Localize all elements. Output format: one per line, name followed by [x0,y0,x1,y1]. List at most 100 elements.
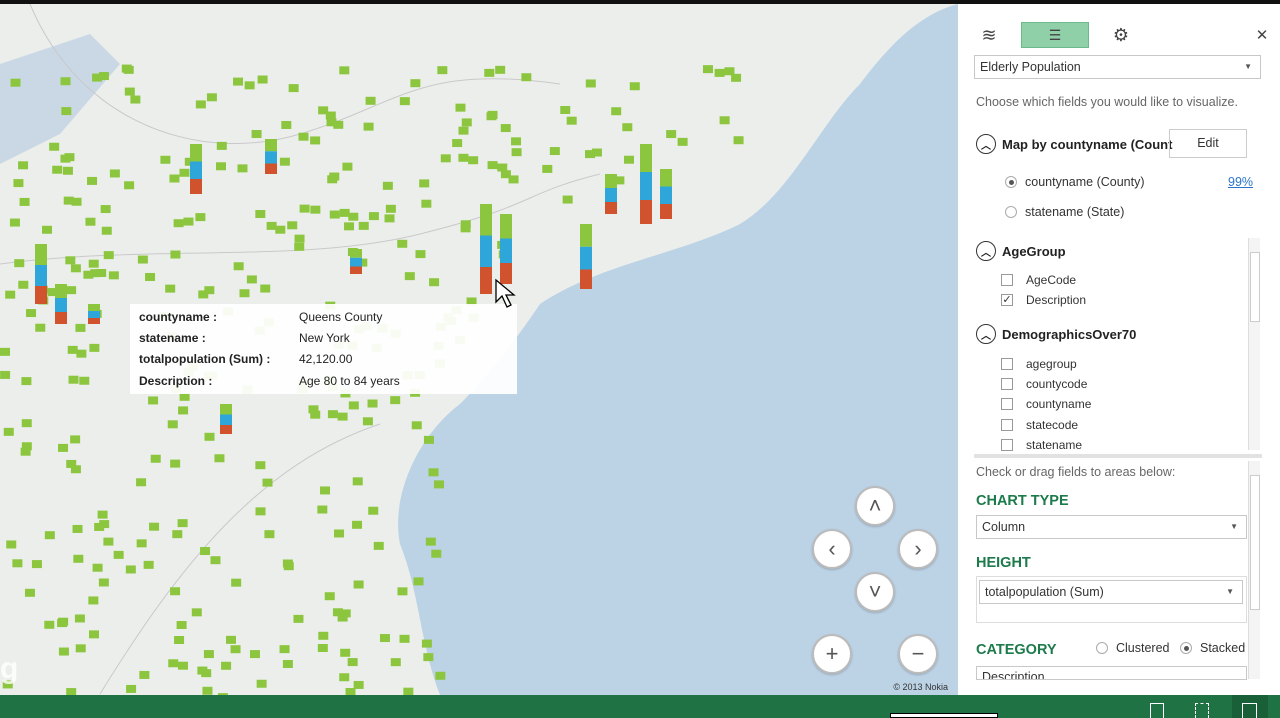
column-marker [160,155,171,164]
column-marker [66,286,77,295]
data-tooltip: countyname : Queens County statename : New… [130,304,517,394]
column-marker [74,614,85,623]
column-marker [368,506,379,515]
column-marker [348,401,359,410]
stacked-column [660,186,672,204]
clustered-option[interactable]: Clustered [1096,641,1170,655]
column-marker [511,137,522,146]
geo-option-county[interactable]: countyname (County) [1005,175,1145,189]
field-countycode[interactable]: countycode [1001,377,1087,391]
drag-hint: Check or drag fields to areas below: [976,465,1176,479]
field-countyname[interactable]: countyname [1001,397,1091,411]
category-field-select[interactable]: Description [976,666,1247,680]
column-marker [203,650,214,659]
stacked-column [640,172,652,200]
stacked-column [500,238,512,263]
field-statename[interactable]: statename [1001,438,1082,452]
scroll-thumb[interactable] [1250,475,1260,610]
pan-right-button[interactable]: › [898,529,938,569]
edit-button[interactable]: Edit [1169,129,1247,158]
column-marker [12,559,23,568]
checkbox[interactable] [1001,419,1013,431]
stacked-column [640,144,652,172]
column-marker [308,405,319,414]
column-marker [165,284,176,293]
close-button[interactable]: ✕ [1252,22,1272,48]
checkbox[interactable] [1001,274,1013,286]
radio-icon [1005,206,1017,218]
field-list-icon: ☰ [1048,26,1062,43]
bing-logo: g [0,652,19,685]
column-marker [109,169,120,178]
stacked-column [55,284,67,298]
tooltip-key: statename : [139,331,206,345]
map-canvas[interactable]: countyname : Queens County statename : New… [0,4,958,695]
column-marker [44,620,55,629]
zoom-out-button[interactable]: − [898,634,938,674]
column-marker [125,565,136,574]
view-icon[interactable] [1150,703,1164,718]
layers-icon: ≋ [981,24,997,45]
geo-option-state[interactable]: statename (State) [1005,205,1124,219]
pane-splitter[interactable] [974,454,1262,458]
field-list-tab[interactable]: ☰ [1021,22,1089,48]
table-demographics[interactable]: ︿ DemographicsOver70 [976,324,1136,344]
column-marker [178,406,189,415]
areas-scrollbar[interactable] [1248,461,1260,679]
stacked-column [190,144,202,162]
table-agegroup[interactable]: ︿ AgeGroup [976,241,1066,261]
fields-scrollbar[interactable] [1248,238,1260,450]
column-marker [419,179,430,188]
checkbox[interactable] [1001,358,1013,370]
column-marker [339,673,350,682]
column-marker [326,118,337,127]
field-agegroup[interactable]: agegroup [1001,357,1077,371]
column-marker [264,530,275,539]
stacked-column [480,267,492,294]
column-marker [413,577,424,586]
column-marker [44,531,55,540]
confidence-link[interactable]: 99% [1228,175,1253,189]
field-label: Description [1026,293,1087,307]
layer-select[interactable]: Elderly Population ▼ [974,55,1261,79]
column-marker [339,66,350,75]
column-marker [103,251,114,260]
column-marker [484,68,495,77]
checkbox[interactable] [1001,378,1013,390]
column-marker [294,242,305,251]
checkbox[interactable] [1001,398,1013,410]
column-marker [170,459,181,468]
pan-down-button[interactable]: ˅ [855,572,895,612]
chart-type-select[interactable]: Column ▼ [976,515,1247,539]
table-name: DemographicsOver70 [1002,326,1137,342]
scroll-thumb[interactable] [1250,252,1260,322]
column-marker [508,175,519,184]
pan-up-button[interactable]: ˄ [855,486,895,526]
stacked-column [55,312,67,324]
checkbox[interactable] [1001,439,1013,451]
stacked-option[interactable]: Stacked [1180,641,1245,655]
column-marker [101,226,112,235]
column-marker [566,116,577,125]
pan-left-button[interactable]: ‹ [812,529,852,569]
column-marker [455,103,466,112]
checkbox-checked[interactable]: ✓ [1001,294,1013,306]
column-marker [542,164,553,173]
chevron-down-icon: ˅ [868,579,882,604]
map-by-section[interactable]: ︿ Map by countyname (Count [976,134,1182,154]
dropdown-arrow-icon: ▼ [1226,587,1234,596]
zoom-in-button[interactable]: + [812,634,852,674]
select-icon[interactable] [1195,703,1209,718]
settings-tab[interactable]: ⚙ [1106,22,1136,48]
field-description[interactable]: ✓ Description [1001,293,1086,307]
fullscreen-button[interactable] [1232,695,1268,718]
column-marker [458,126,469,135]
layers-tab[interactable]: ≋ [974,22,1004,48]
column-marker [214,454,225,463]
column-marker [275,225,286,234]
field-agecode[interactable]: AgeCode [1001,273,1076,287]
field-statecode[interactable]: statecode [1001,418,1078,432]
column-marker [702,65,713,74]
height-field-select[interactable]: totalpopulation (Sum) ▼ [979,580,1243,604]
column-marker [230,645,241,654]
